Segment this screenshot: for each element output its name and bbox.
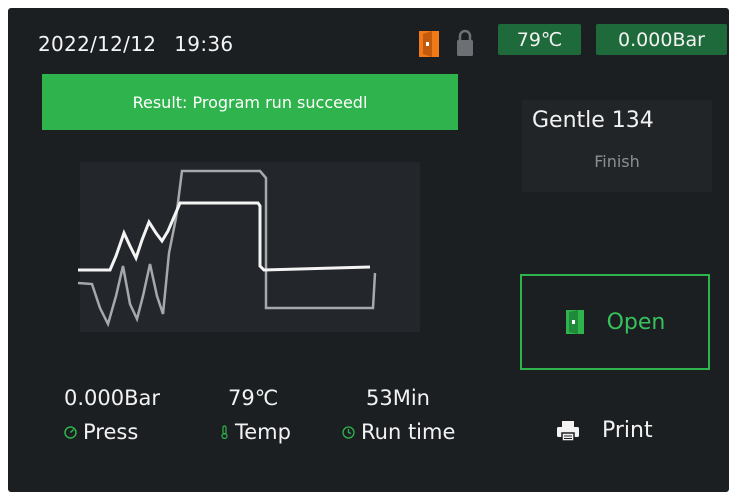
- run-time-value: 53Min: [366, 386, 430, 410]
- open-door-button[interactable]: Open: [520, 274, 710, 370]
- gauge-icon: [64, 425, 77, 439]
- open-button-label: Open: [606, 309, 666, 335]
- pressure-value: 0.000Bar: [64, 386, 161, 410]
- printer-icon: [557, 420, 579, 442]
- run-time-label-text: Run time: [361, 420, 456, 444]
- clock-icon: [342, 425, 355, 439]
- device-screen: 2022/12/12 19:36 79℃ 0.000Bar Result: Pro…: [8, 8, 729, 492]
- door-open-icon: [565, 310, 584, 334]
- print-button[interactable]: Print: [556, 418, 653, 443]
- temperature-value: 79℃: [228, 386, 279, 410]
- thermometer-icon: [221, 425, 228, 439]
- pressure-label: Press: [64, 420, 138, 444]
- temperature-curve: [77, 169, 377, 328]
- run-time-label: Run time: [342, 420, 455, 444]
- temperature-label: Temp: [220, 420, 291, 444]
- pressure-label-text: Press: [83, 420, 139, 444]
- pressure-curve: [78, 201, 371, 272]
- print-button-label: Print: [602, 418, 653, 443]
- temperature-label-text: Temp: [235, 420, 291, 444]
